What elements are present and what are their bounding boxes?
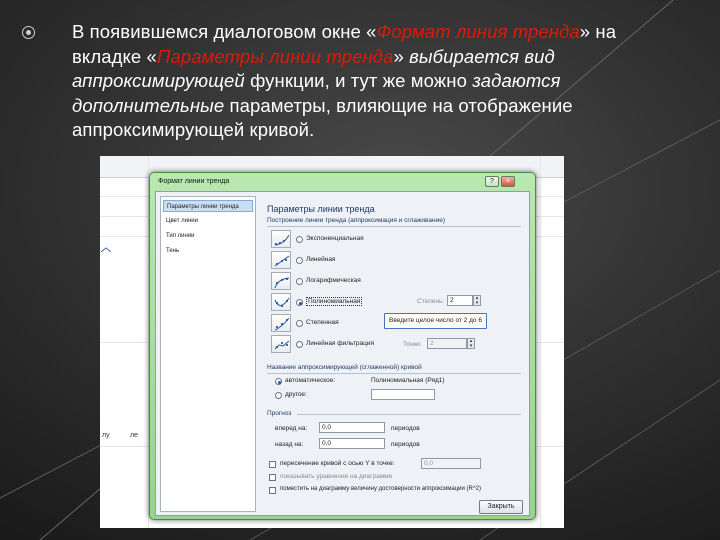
group-name-title: Название аппроксимирующей (сглаженной) к… <box>267 364 422 371</box>
intercept-input[interactable]: 0,0 <box>421 458 481 469</box>
dialog-title: Формат линии тренда <box>158 178 230 185</box>
group-forecast-title: Прогноз <box>267 410 292 417</box>
label-linear: Линейная <box>306 256 336 263</box>
label-polynomial: Полиномиальная <box>306 297 363 306</box>
label-show-r2: поместить на диаграмму величину достовер… <box>280 486 481 492</box>
checkbox-show-equation[interactable] <box>269 474 276 481</box>
radio-linear[interactable] <box>296 257 303 264</box>
linear-icon <box>271 251 291 269</box>
dialog-sidebar: Параметры линии тренда Цвет линии Тип ли… <box>160 196 256 512</box>
forward-input[interactable]: 0,0 <box>319 422 385 433</box>
format-trendline-dialog: Формат линии тренда ? × Параметры линии … <box>149 172 536 520</box>
trendline-options-panel: Параметры линии тренда Построение линии … <box>261 196 527 514</box>
period-spinner[interactable]: ▴ ▾ <box>467 338 475 349</box>
para-text-4: функции, и тут же можно <box>244 70 473 91</box>
sidebar-item-line-style[interactable]: Тип линии <box>163 230 253 242</box>
help-button[interactable]: ? <box>485 176 499 187</box>
back-unit: периодов <box>391 441 420 448</box>
panel-title: Параметры линии тренда <box>267 204 375 214</box>
dialog-body: Параметры линии тренда Цвет линии Тип ли… <box>155 191 530 516</box>
forward-unit: периодов <box>391 425 420 432</box>
group-trend-type-title: Построение линии тренда (аппроксимация и… <box>267 217 445 224</box>
auto-name-value: Полиномиальная (Ряд1) <box>371 377 445 384</box>
label-logarithmic: Логарифмическая <box>306 277 361 284</box>
bullet-icon <box>22 26 35 39</box>
slide-paragraph: В появившемся диалоговом окне «Формат ли… <box>72 20 662 143</box>
radio-power[interactable] <box>296 320 303 327</box>
radio-moving-average[interactable] <box>296 341 303 348</box>
sheet-fragment-2: ле <box>130 432 138 439</box>
label-moving-average: Линейная фильтрация <box>306 340 374 347</box>
moving-average-icon <box>271 335 291 353</box>
back-input[interactable]: 0,0 <box>319 438 385 449</box>
custom-name-input[interactable] <box>371 389 435 400</box>
para-tab-name: Параметры линии тренда <box>156 45 394 67</box>
degree-label: Степень: <box>417 298 445 305</box>
degree-input[interactable]: 2 <box>447 295 473 306</box>
radio-polynomial[interactable] <box>296 299 303 306</box>
sidebar-item-trendline-options[interactable]: Параметры линии тренда <box>163 200 253 212</box>
radio-name-auto[interactable] <box>275 378 282 385</box>
degree-tooltip: Введите целое число от 2 до 6 <box>384 313 487 329</box>
back-label: назад на: <box>275 441 304 448</box>
radio-logarithmic[interactable] <box>296 278 303 285</box>
label-name-custom: другое: <box>285 391 307 398</box>
label-show-equation: показывать уравнение на диаграмме <box>280 473 393 480</box>
para-dialog-name: Формат линия тренда <box>376 21 580 42</box>
polynomial-icon <box>271 293 291 311</box>
checkbox-intercept[interactable] <box>269 461 276 468</box>
label-power: Степенная <box>306 319 339 326</box>
close-window-button[interactable]: × <box>501 176 515 187</box>
para-text-1: В появившемся диалоговом окне « <box>72 21 377 42</box>
label-exponential: Экспоненциальная <box>306 235 364 242</box>
logarithmic-icon <box>271 272 291 290</box>
checkbox-show-r2[interactable] <box>269 487 276 494</box>
exponential-icon <box>271 230 291 248</box>
sidebar-item-line-color[interactable]: Цвет линии <box>163 215 253 227</box>
forward-label: вперед на: <box>275 425 308 432</box>
close-button[interactable]: Закрыть <box>479 500 523 514</box>
radio-name-custom[interactable] <box>275 392 282 399</box>
label-name-auto: автоматическое: <box>285 377 336 384</box>
sheet-fragment-1: лу <box>102 432 110 439</box>
sidebar-item-shadow[interactable]: Тень <box>163 245 253 257</box>
power-icon <box>271 314 291 332</box>
period-input[interactable]: 2 <box>427 338 467 349</box>
para-text-3: » <box>393 45 410 67</box>
label-intercept: пересечение кривой с осью Y в точке: <box>280 460 395 467</box>
degree-spinner[interactable]: ▴ ▾ <box>473 295 481 306</box>
radio-exponential[interactable] <box>296 236 303 243</box>
period-label: Точки: <box>403 341 422 348</box>
